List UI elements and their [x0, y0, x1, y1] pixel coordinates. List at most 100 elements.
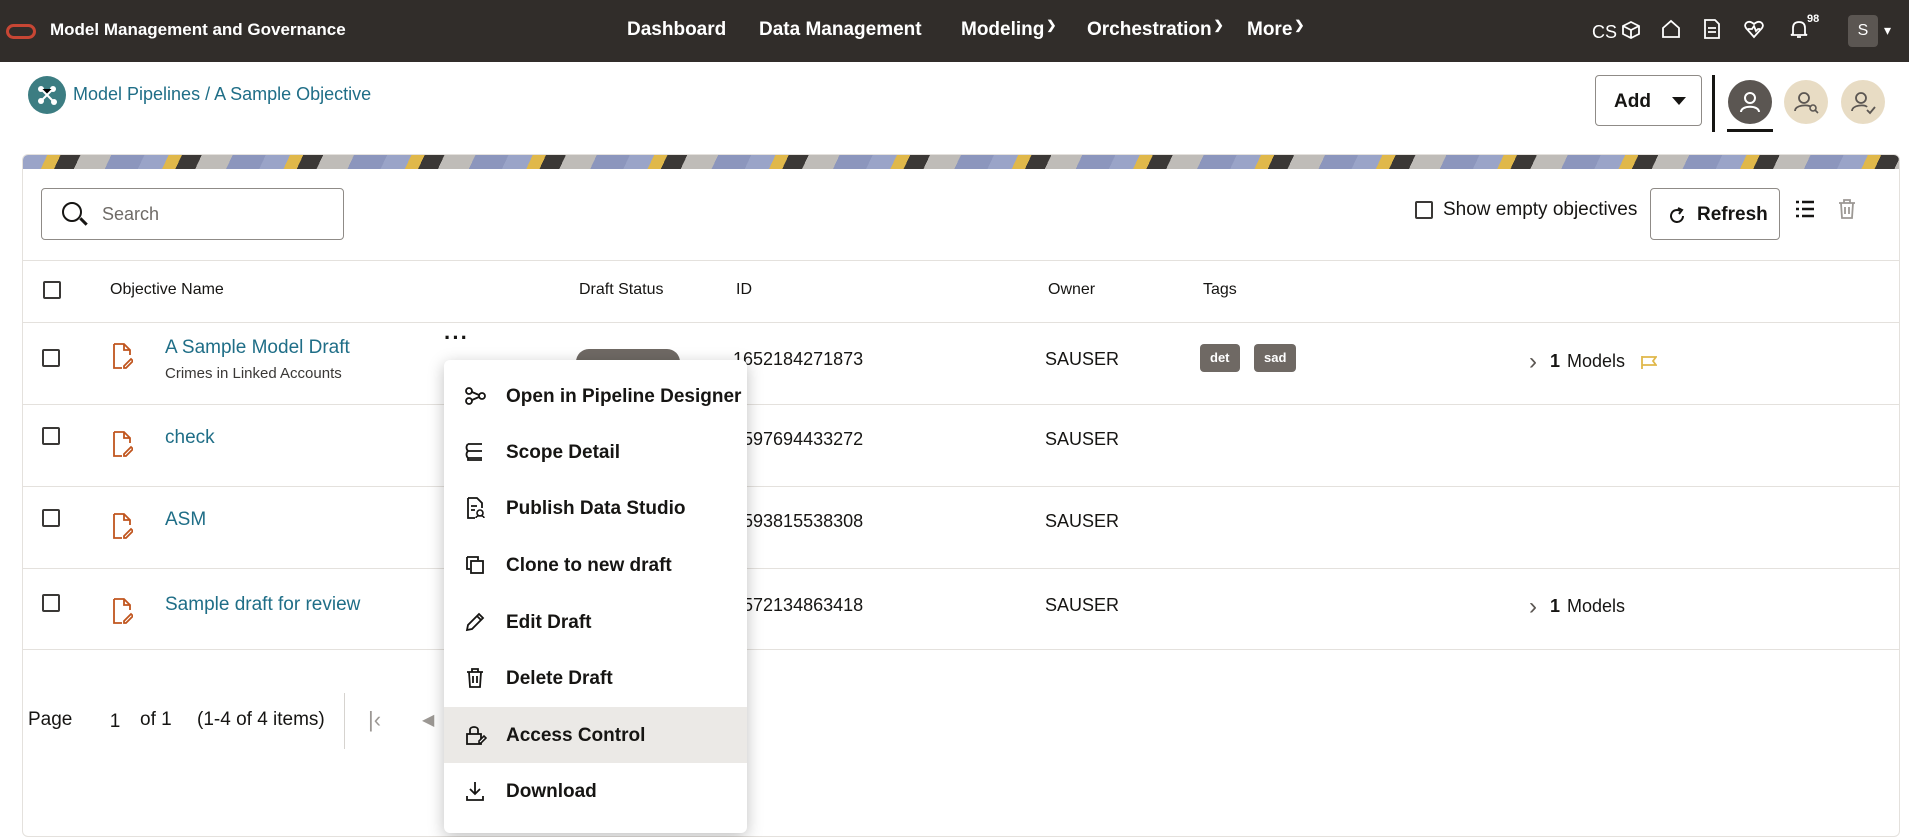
clone-icon: [466, 556, 484, 574]
menu-item-label: Access Control: [506, 725, 646, 746]
user-avatar[interactable]: S: [1848, 15, 1878, 47]
objectives-panel: Show empty objectives Refresh Objective …: [22, 154, 1900, 837]
menu-item-scope-detail[interactable]: Scope Detail: [444, 424, 747, 480]
nav-modeling-label: Modeling: [961, 19, 1045, 40]
menu-item-edit-draft[interactable]: Edit Draft: [444, 594, 747, 650]
list-view-icon[interactable]: [1794, 198, 1816, 220]
pager-items-label: (1-4 of 4 items): [197, 709, 325, 730]
column-header-name[interactable]: Objective Name: [110, 281, 224, 299]
search-input[interactable]: [102, 201, 322, 227]
draft-document-icon: [113, 343, 133, 369]
objective-subtitle: Crimes in Linked Accounts: [165, 365, 342, 382]
nav-modeling[interactable]: Modeling ❯: [961, 18, 1057, 41]
nav-more[interactable]: More ❯: [1247, 18, 1305, 41]
column-header-owner[interactable]: Owner: [1048, 281, 1095, 299]
nav-dashboard-label: Dashboard: [627, 19, 727, 40]
row-id: 1652184271873: [733, 349, 864, 369]
row-owner: SAUSER: [1045, 511, 1120, 531]
models-count: 1: [1550, 351, 1561, 371]
first-page-icon[interactable]: |‹: [368, 707, 381, 733]
menu-item-access-control[interactable]: Access Control: [444, 707, 747, 763]
divider: [23, 322, 1899, 323]
nav-more-label: More: [1247, 19, 1293, 40]
pager-of-label: of 1: [140, 709, 172, 730]
bell-icon[interactable]: [1790, 19, 1808, 39]
previous-page-icon[interactable]: ◀: [422, 710, 434, 730]
column-header-tags[interactable]: Tags: [1203, 281, 1237, 299]
search-field[interactable]: [41, 188, 344, 240]
divider: [23, 486, 1899, 487]
breadcrumb-separator: /: [200, 84, 215, 104]
row-id: 1597694433272: [733, 429, 864, 449]
row-actions-menu: Open in Pipeline Designer Scope Detail P…: [444, 360, 747, 833]
show-empty-label: Show empty objectives: [1443, 199, 1638, 220]
cs-label[interactable]: CS: [1592, 22, 1617, 43]
models-label: Models: [1567, 351, 1626, 371]
divider: [23, 649, 1899, 650]
home-icon[interactable]: [1661, 19, 1681, 39]
chevron-right-icon: ›: [1529, 593, 1537, 620]
row-checkbox[interactable]: [42, 594, 60, 612]
pipeline-avatar-icon: [28, 76, 66, 114]
user-menu-caret-icon[interactable]: ▾: [1884, 22, 1891, 39]
divider: [344, 693, 345, 749]
chevron-right-icon: ›: [1529, 348, 1537, 375]
objective-name-link[interactable]: ASM: [165, 509, 206, 531]
nav-data-management[interactable]: Data Management: [759, 19, 922, 41]
pager-page-input[interactable]: 1: [103, 711, 127, 733]
persona-active-indicator: [1727, 129, 1773, 132]
nav-dashboard[interactable]: Dashboard: [627, 19, 726, 41]
add-button[interactable]: Add: [1595, 75, 1702, 126]
breadcrumb-root[interactable]: Model Pipelines: [73, 84, 200, 104]
menu-item-delete-draft[interactable]: Delete Draft: [444, 650, 747, 706]
menu-item-download[interactable]: Download: [444, 763, 747, 819]
divider: [1712, 75, 1715, 132]
refresh-button[interactable]: Refresh: [1650, 188, 1780, 240]
models-count: 1: [1550, 596, 1561, 616]
flag-icon: [1641, 356, 1657, 369]
decorative-banner: [23, 155, 1899, 169]
delete-icon[interactable]: [1837, 198, 1857, 220]
select-all-checkbox[interactable]: [43, 281, 61, 299]
row-owner: SAUSER: [1045, 349, 1120, 369]
persona-user-icon[interactable]: [1728, 80, 1772, 124]
row-checkbox[interactable]: [42, 427, 60, 445]
column-header-id[interactable]: ID: [736, 281, 752, 299]
draft-document-icon: [113, 598, 133, 624]
row-actions-more-icon[interactable]: ···: [444, 325, 469, 351]
tag-badge[interactable]: sad: [1254, 344, 1297, 372]
row-owner: SAUSER: [1045, 595, 1120, 615]
trash-icon: [467, 668, 483, 688]
draft-document-icon: [113, 513, 133, 539]
show-empty-checkbox[interactable]: [1415, 201, 1433, 219]
objective-name-link[interactable]: check: [165, 427, 215, 449]
menu-item-open-in-pipeline-designer[interactable]: Open in Pipeline Designer: [444, 368, 747, 424]
chevron-down-icon: ❯: [1294, 18, 1305, 32]
objective-name-link[interactable]: A Sample Model Draft: [165, 337, 350, 359]
menu-item-clone-to-new-draft[interactable]: Clone to new draft: [444, 537, 747, 593]
persona-search-user-icon[interactable]: [1784, 80, 1828, 124]
document-icon[interactable]: [1703, 19, 1721, 39]
column-header-draft-status[interactable]: Draft Status: [579, 281, 663, 299]
tag-badge[interactable]: det: [1200, 344, 1240, 372]
top-navbar: Model Management and Governance Dashboar…: [0, 0, 1909, 62]
row-checkbox[interactable]: [42, 509, 60, 527]
divider: [23, 260, 1899, 261]
cube-icon[interactable]: [1621, 20, 1641, 40]
pipeline-icon: [465, 387, 486, 405]
row-checkbox[interactable]: [42, 349, 60, 367]
nav-orchestration[interactable]: Orchestration ❯: [1087, 18, 1224, 41]
menu-item-publish-data-studio[interactable]: Publish Data Studio: [444, 480, 747, 536]
menu-item-label: Clone to new draft: [506, 555, 672, 576]
nav-data-management-label: Data Management: [759, 19, 922, 40]
pencil-icon: [465, 612, 485, 632]
breadcrumb-current[interactable]: A Sample Objective: [214, 84, 371, 104]
chevron-down-icon: ❯: [1046, 18, 1057, 32]
objective-name-link[interactable]: Sample draft for review: [165, 594, 360, 616]
health-heart-icon[interactable]: [1744, 19, 1764, 39]
persona-approver-icon[interactable]: [1841, 80, 1885, 124]
menu-item-label: Edit Draft: [506, 612, 592, 633]
draft-document-icon: [113, 431, 133, 457]
nav-orchestration-label: Orchestration: [1087, 19, 1212, 40]
notification-badge: 98: [1807, 13, 1820, 25]
